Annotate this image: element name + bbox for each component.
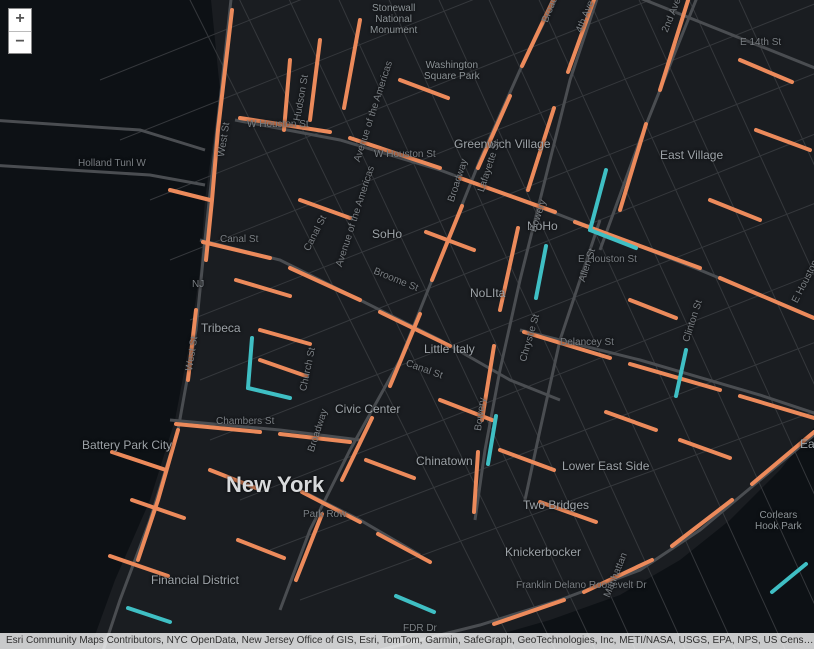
zoom-out-button[interactable]: − [9,31,31,53]
street-label: Franklin Delano Roosevelt Dr [516,580,647,591]
street-label: W Houston St [374,149,436,160]
street-label: NJ [192,279,204,290]
park-label: Stonewall National Monument [370,3,417,36]
street-label: E 14th St [740,37,781,48]
neighborhood-label: Little Italy [424,342,475,356]
zoom-control: + − [8,8,32,54]
attribution-text: Esri Community Maps Contributors, NYC Op… [6,633,814,649]
street-label: Delancey St [560,337,614,348]
neighborhood-label: NoLIta [470,286,505,300]
park-label: Corlears Hook Park [755,510,802,532]
neighborhood-label: Ea [800,437,814,451]
neighborhood-label: East Village [660,148,723,162]
neighborhood-label: Chinatown [416,454,473,468]
neighborhood-label: Two Bridges [523,498,589,512]
map-view[interactable]: + − New YorkGreenwich VillageEast Villag… [0,0,814,649]
park-label: Washington Square Park [424,60,480,82]
street-label: Chambers St [216,416,274,427]
attribution-bar: Esri Community Maps Contributors, NYC Op… [0,633,814,649]
neighborhood-label: Tribeca [201,321,241,335]
zoom-in-button[interactable]: + [9,9,31,31]
street-label: Holland Tunl W [78,158,146,169]
neighborhood-label: SoHo [372,227,402,241]
city-label: New York [226,472,324,498]
neighborhood-label: Financial District [151,573,239,587]
neighborhood-label: Lower East Side [562,459,649,473]
street-label: Canal St [220,234,258,245]
neighborhood-label: Knickerbocker [505,545,581,559]
street-label: Park Row [303,509,346,520]
neighborhood-label: Civic Center [335,402,400,416]
neighborhood-label: Battery Park City [82,438,172,452]
